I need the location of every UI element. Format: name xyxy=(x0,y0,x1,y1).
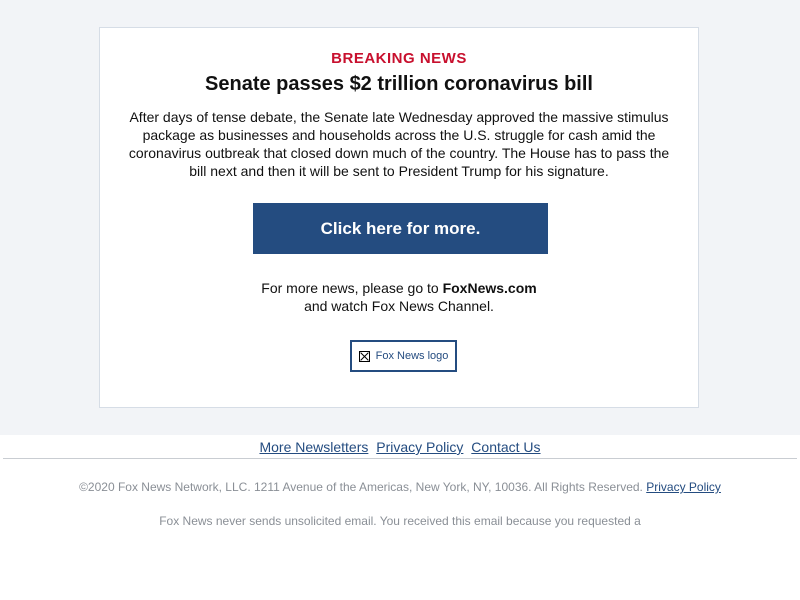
copyright-text: ©2020 Fox News Network, LLC. 1211 Avenue… xyxy=(79,480,643,494)
more-news-suffix: and watch Fox News Channel. xyxy=(304,298,494,314)
footer-links: More Newsletters Privacy Policy Contact … xyxy=(0,439,800,455)
click-here-button[interactable]: Click here for more. xyxy=(253,203,548,254)
headline: Senate passes $2 trillion coronavirus bi… xyxy=(205,73,593,95)
footer-divider xyxy=(3,458,797,459)
breaking-news-kicker: BREAKING NEWS xyxy=(331,50,467,67)
copyright-privacy-policy-link[interactable]: Privacy Policy xyxy=(646,480,721,494)
story-summary: After days of tense debate, the Senate l… xyxy=(128,109,670,179)
email-disclaimer: Fox News never sends unsolicited email. … xyxy=(159,514,641,528)
breaking-news-card: BREAKING NEWS Senate passes $2 trillion … xyxy=(99,27,699,408)
broken-image-icon xyxy=(358,350,370,362)
logo-alt-text: Fox News logo xyxy=(375,350,449,362)
foxnews-link[interactable]: FoxNews.com xyxy=(443,280,537,296)
copyright-line: ©2020 Fox News Network, LLC. 1211 Avenue… xyxy=(0,480,800,494)
more-news-prefix: For more news, please go to xyxy=(261,280,439,296)
more-newsletters-link[interactable]: More Newsletters xyxy=(259,439,368,455)
more-news-text: For more news, please go to FoxNews.com … xyxy=(100,279,698,315)
fox-news-logo-link[interactable]: Fox News logo xyxy=(350,340,457,372)
privacy-policy-link[interactable]: Privacy Policy xyxy=(376,439,463,455)
contact-us-link[interactable]: Contact Us xyxy=(471,439,540,455)
